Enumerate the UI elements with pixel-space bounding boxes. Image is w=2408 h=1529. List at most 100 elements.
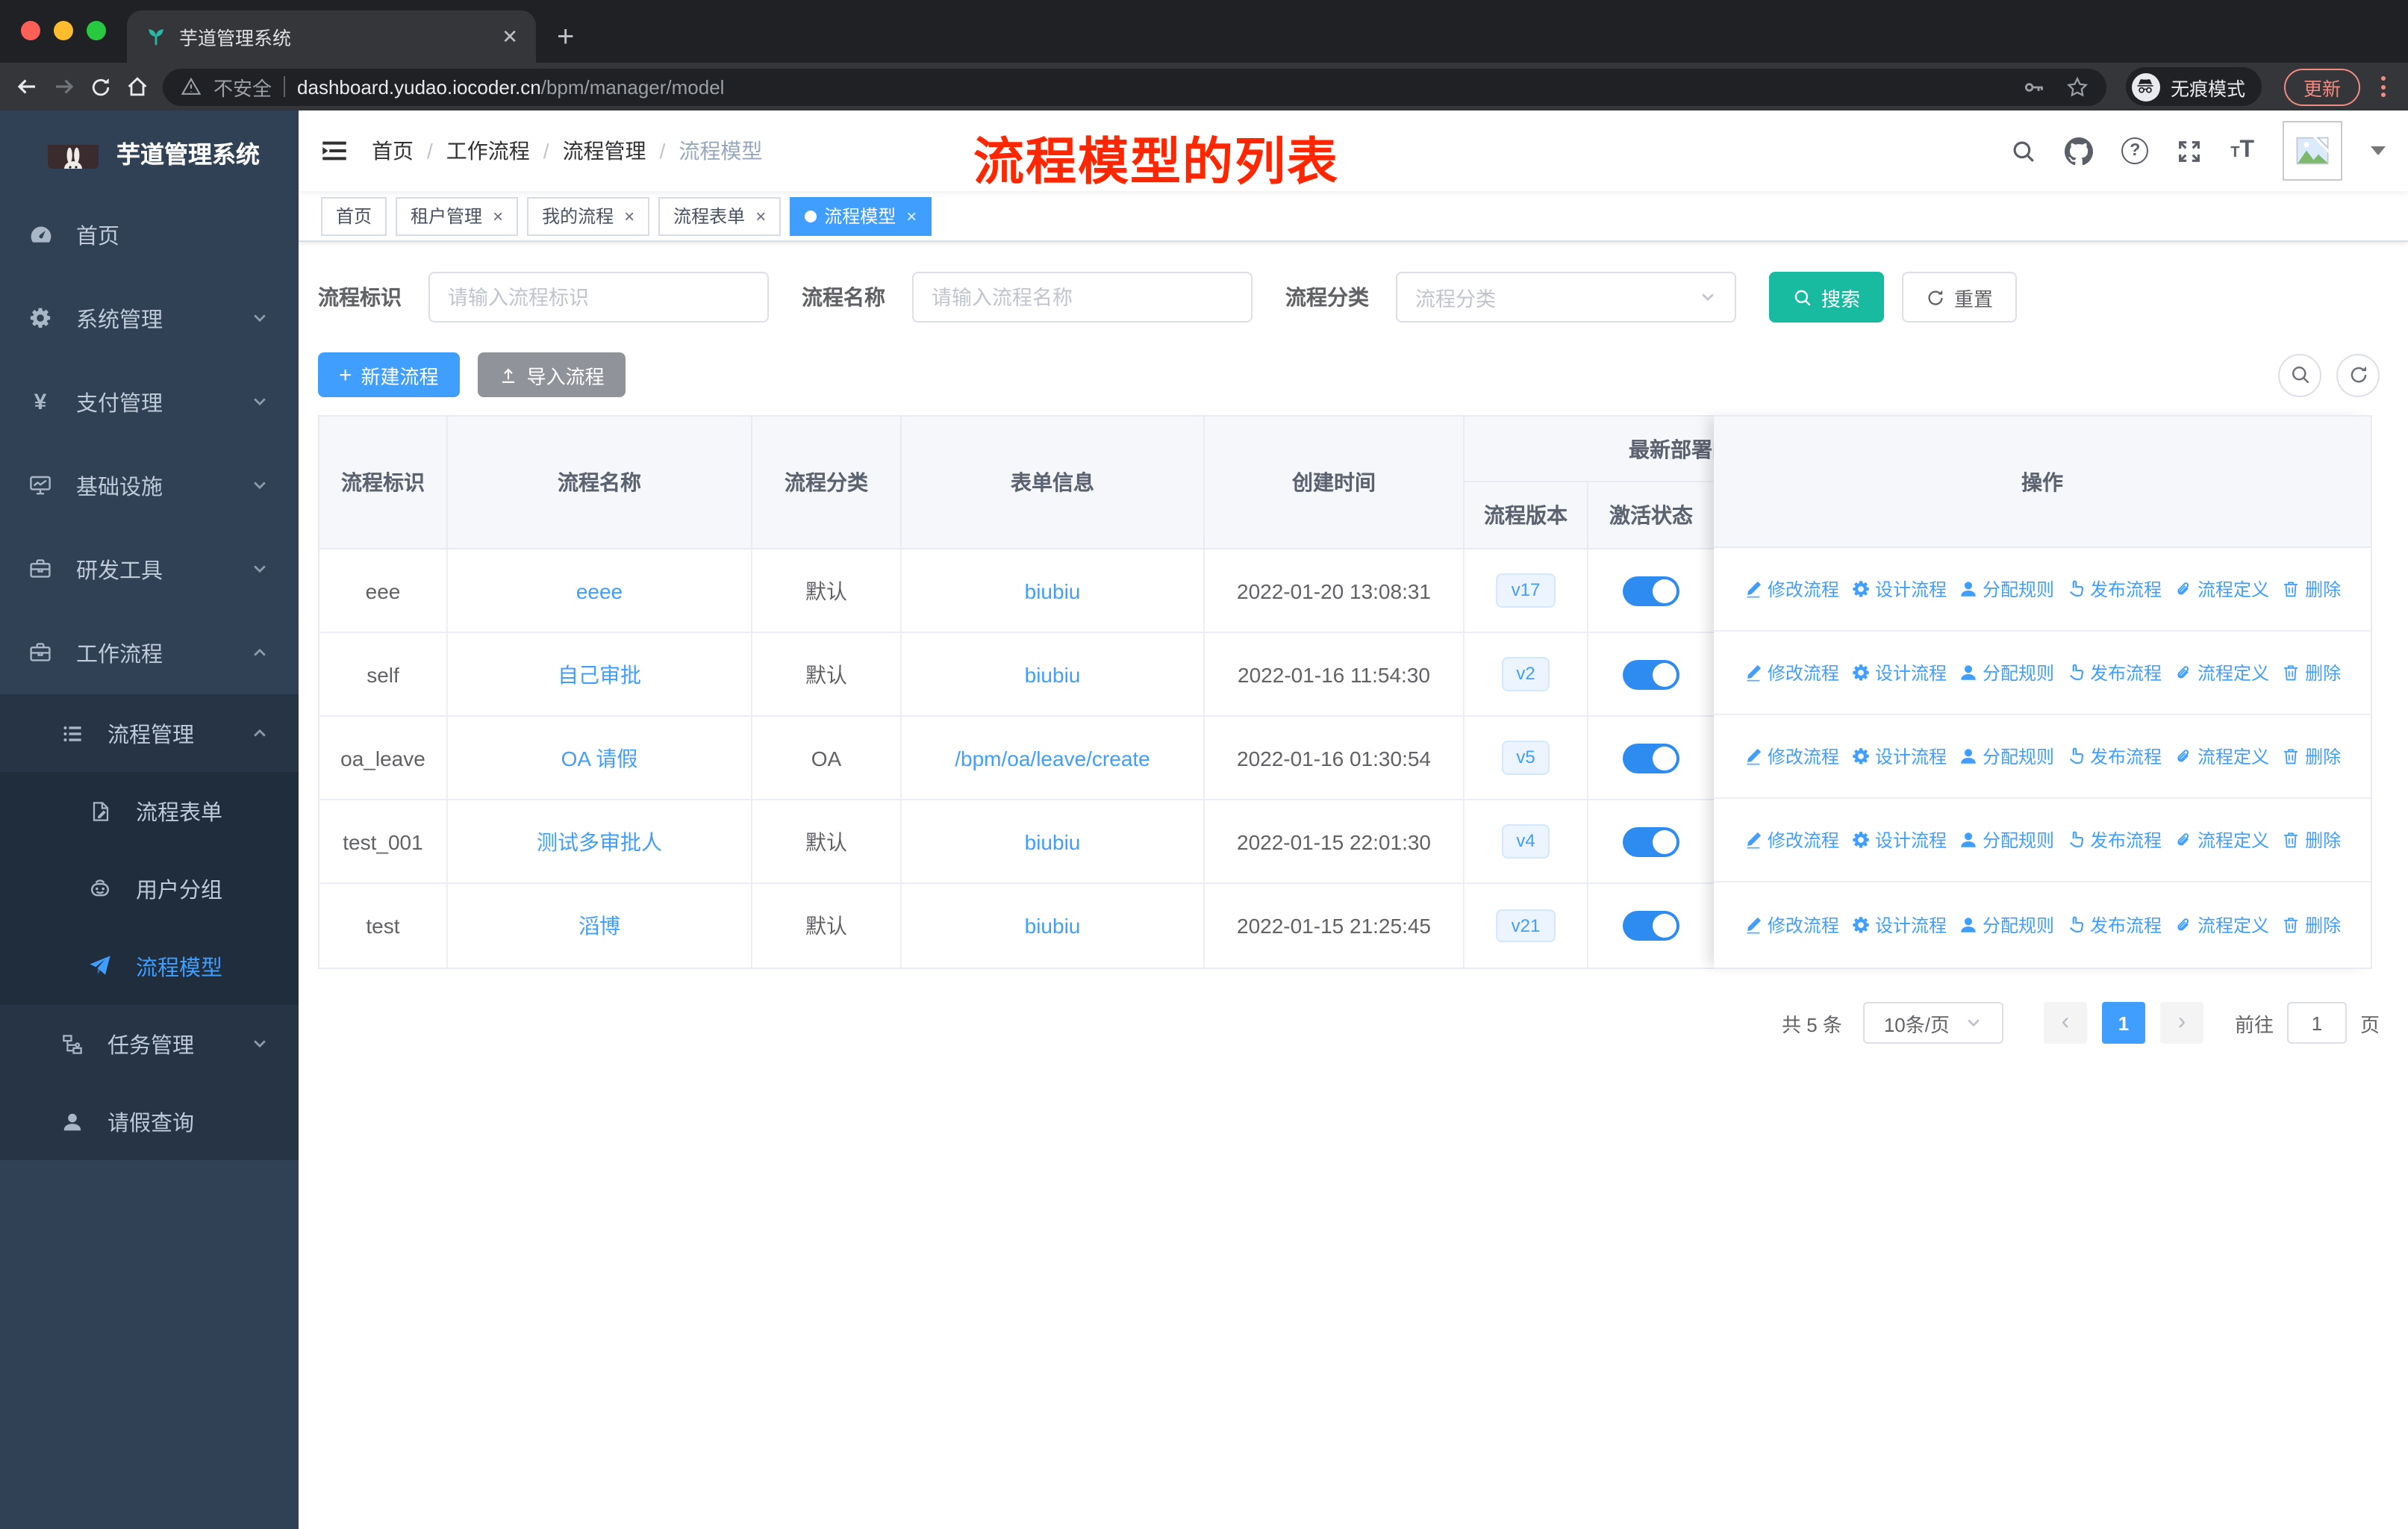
active-toggle[interactable] [1623, 826, 1679, 856]
form-info-link[interactable]: biubiu [1025, 579, 1081, 602]
chevron-down-icon[interactable] [2371, 146, 2386, 155]
delete-action-link[interactable]: 删除 [2281, 576, 2341, 602]
sidebar-item-process-form[interactable]: 流程表单 [0, 772, 299, 850]
active-toggle[interactable] [1623, 911, 1679, 941]
process-name-link[interactable]: 自己审批 [558, 659, 641, 689]
sidebar-item-leave-query[interactable]: 请假查询 [0, 1083, 299, 1160]
sidebar-item-infrastructure[interactable]: 基础设施 [0, 443, 299, 527]
browser-menu-icon[interactable] [2381, 76, 2386, 97]
edit-action-link[interactable]: 修改流程 [1744, 660, 1839, 685]
definition-action-link[interactable]: 流程定义 [2174, 827, 2269, 853]
tag-close-icon[interactable]: × [906, 205, 917, 226]
goto-page-input[interactable] [2286, 1002, 2347, 1044]
active-toggle[interactable] [1623, 659, 1679, 689]
window-minimize-button[interactable] [54, 21, 73, 40]
breadcrumb-item[interactable]: 流程管理 [563, 136, 646, 166]
tab-close-icon[interactable]: ✕ [502, 25, 518, 49]
forward-icon[interactable] [52, 75, 76, 99]
prev-page-button[interactable]: ‹ [2043, 1002, 2087, 1044]
back-icon[interactable] [15, 75, 39, 99]
create-process-button[interactable]: + 新建流程 [318, 352, 460, 397]
definition-action-link[interactable]: 流程定义 [2174, 576, 2269, 602]
sidebar-item-system-mgmt[interactable]: 系统管理 [0, 276, 299, 360]
sidebar-item-workflow[interactable]: 工作流程 [0, 611, 299, 694]
font-size-icon[interactable]: TT [2230, 138, 2254, 163]
process-id-input[interactable] [428, 272, 769, 323]
edit-action-link[interactable]: 修改流程 [1744, 827, 1839, 853]
delete-action-link[interactable]: 删除 [2281, 827, 2341, 853]
process-name-link[interactable]: 测试多审批人 [537, 826, 662, 856]
sidebar-item-process-model[interactable]: 流程模型 [0, 927, 299, 1005]
reload-icon[interactable] [90, 75, 112, 98]
sidebar-item-process-mgmt[interactable]: 流程管理 [0, 694, 299, 772]
reset-button[interactable]: 重置 [1902, 272, 2018, 323]
design-action-link[interactable]: 设计流程 [1851, 827, 1947, 853]
browser-update-button[interactable]: 更新 [2283, 68, 2360, 105]
process-name-link[interactable]: eeee [576, 579, 623, 602]
fullscreen-icon[interactable] [2177, 138, 2202, 164]
definition-action-link[interactable]: 流程定义 [2174, 744, 2269, 769]
active-toggle[interactable] [1623, 743, 1679, 773]
assign-action-link[interactable]: 分配规则 [1959, 576, 2054, 602]
design-action-link[interactable]: 设计流程 [1851, 744, 1947, 769]
bookmark-star-icon[interactable] [2066, 75, 2089, 98]
delete-action-link[interactable]: 删除 [2281, 912, 2341, 937]
definition-action-link[interactable]: 流程定义 [2174, 912, 2269, 937]
home-icon[interactable] [125, 75, 149, 99]
refresh-table-button[interactable] [2336, 353, 2380, 396]
edit-action-link[interactable]: 修改流程 [1744, 576, 1839, 602]
tag-home[interactable]: 首页 [321, 196, 387, 235]
page-size-select[interactable]: 10条/页 [1862, 1002, 2003, 1044]
tag-close-icon[interactable]: × [624, 205, 634, 226]
form-info-link[interactable]: biubiu [1025, 914, 1081, 938]
sidebar-item-payment-mgmt[interactable]: ¥ 支付管理 [0, 360, 299, 443]
delete-action-link[interactable]: 删除 [2281, 744, 2341, 769]
edit-action-link[interactable]: 修改流程 [1744, 744, 1839, 769]
definition-action-link[interactable]: 流程定义 [2174, 660, 2269, 685]
new-tab-button[interactable]: + [557, 22, 574, 52]
tag-process-form[interactable]: 流程表单 × [658, 196, 782, 235]
design-action-link[interactable]: 设计流程 [1851, 912, 1947, 937]
active-toggle[interactable] [1623, 576, 1679, 605]
import-process-button[interactable]: 导入流程 [477, 352, 626, 397]
process-name-link[interactable]: 滔博 [578, 911, 620, 941]
sidebar-toggle-icon[interactable] [321, 137, 348, 164]
assign-action-link[interactable]: 分配规则 [1959, 744, 2054, 769]
breadcrumb-item[interactable]: 首页 [372, 136, 414, 166]
form-info-link[interactable]: biubiu [1025, 829, 1081, 853]
tag-close-icon[interactable]: × [755, 205, 766, 226]
edit-action-link[interactable]: 修改流程 [1744, 912, 1839, 937]
assign-action-link[interactable]: 分配规则 [1959, 912, 2054, 937]
publish-action-link[interactable]: 发布流程 [2066, 660, 2162, 685]
next-page-button[interactable]: › [2159, 1002, 2203, 1044]
toggle-search-button[interactable] [2278, 353, 2321, 396]
process-name-link[interactable]: OA 请假 [561, 743, 638, 773]
process-name-input[interactable] [912, 272, 1253, 323]
delete-action-link[interactable]: 删除 [2281, 660, 2341, 685]
publish-action-link[interactable]: 发布流程 [2066, 576, 2162, 602]
current-page[interactable]: 1 [2101, 1002, 2145, 1044]
sidebar-item-dev-tools[interactable]: 研发工具 [0, 527, 299, 611]
design-action-link[interactable]: 设计流程 [1851, 576, 1947, 602]
tag-tenant-mgmt[interactable]: 租户管理 × [396, 196, 519, 235]
sidebar-item-user-group[interactable]: 用户分组 [0, 850, 299, 927]
sidebar-item-home[interactable]: 首页 [0, 193, 299, 276]
publish-action-link[interactable]: 发布流程 [2066, 827, 2162, 853]
tag-close-icon[interactable]: × [493, 205, 503, 226]
form-info-link[interactable]: biubiu [1025, 662, 1081, 686]
key-icon[interactable] [2023, 75, 2045, 98]
avatar[interactable] [2283, 121, 2342, 181]
tag-my-process[interactable]: 我的流程 × [527, 196, 650, 235]
address-bar[interactable]: 不安全 dashboard.yudao.iocoder.cn/bpm/manag… [163, 68, 2106, 105]
search-button[interactable]: 搜索 [1769, 272, 1885, 323]
github-icon[interactable] [2065, 137, 2094, 165]
help-icon[interactable]: ? [2121, 137, 2149, 164]
browser-tab[interactable]: 芋道管理系统 ✕ [127, 10, 536, 63]
tag-process-model[interactable]: 流程模型 × [790, 196, 932, 235]
assign-action-link[interactable]: 分配规则 [1959, 827, 2054, 853]
breadcrumb-item[interactable]: 工作流程 [446, 136, 530, 166]
publish-action-link[interactable]: 发布流程 [2066, 744, 2162, 769]
design-action-link[interactable]: 设计流程 [1851, 660, 1947, 685]
process-category-select[interactable]: 流程分类 [1396, 272, 1736, 323]
search-icon[interactable] [2011, 138, 2036, 164]
